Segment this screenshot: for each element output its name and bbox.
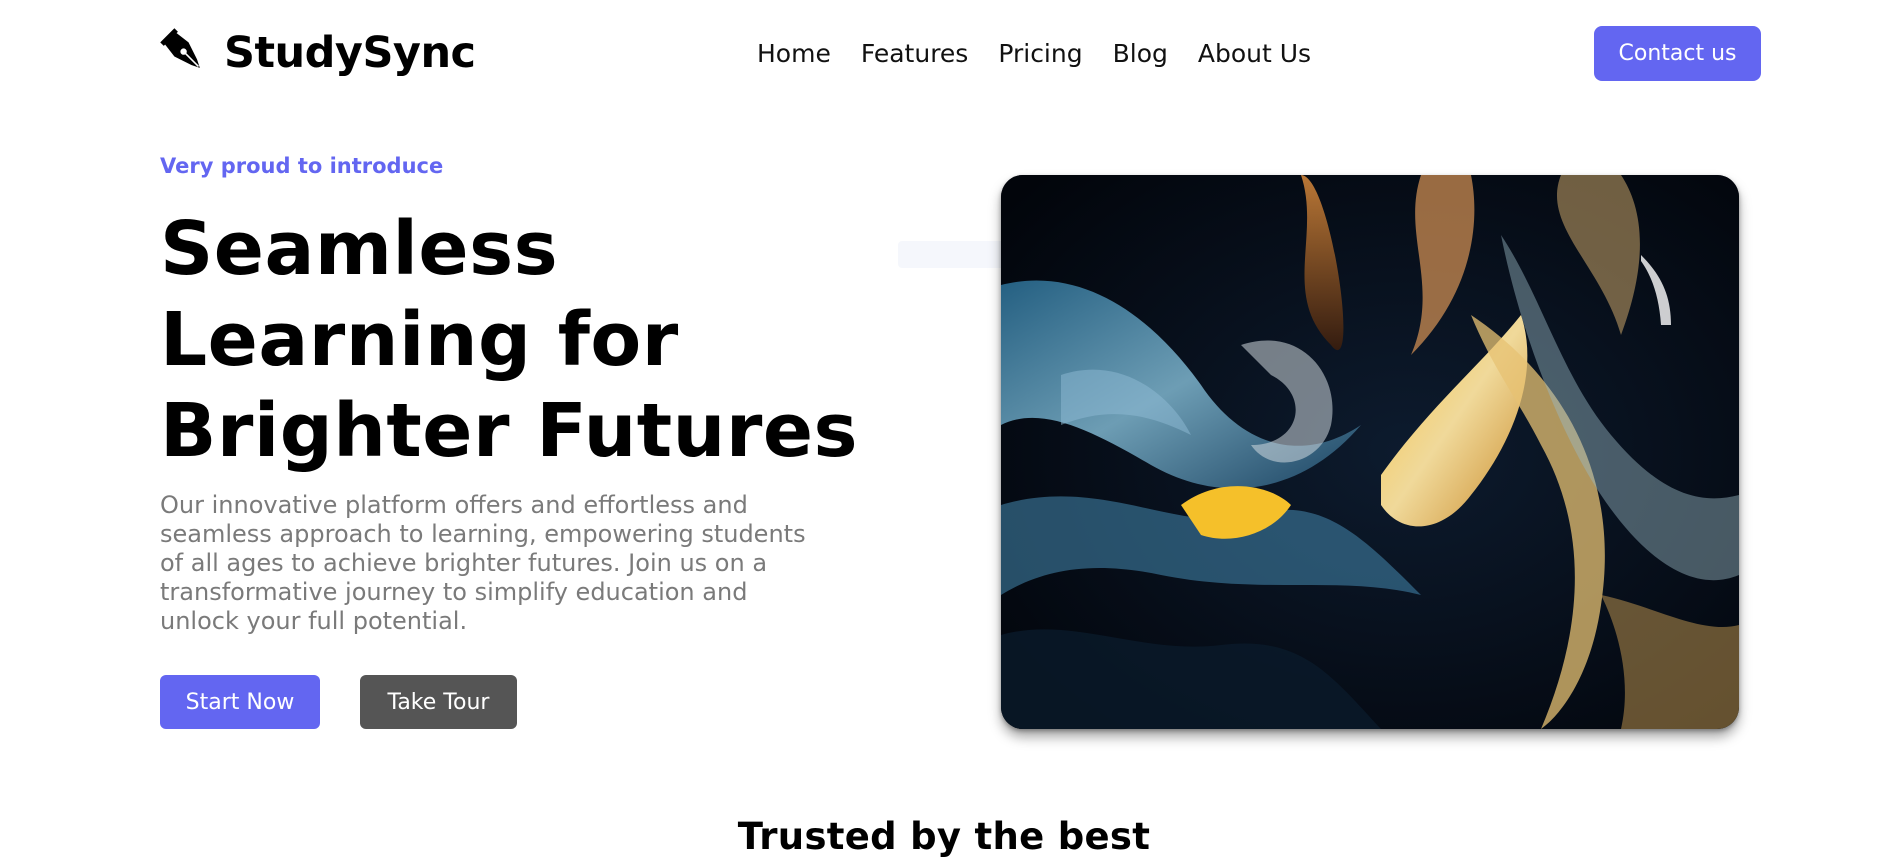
- take-tour-button[interactable]: Take Tour: [360, 675, 517, 729]
- hero-eyebrow: Very proud to introduce: [160, 154, 444, 178]
- nav-home[interactable]: Home: [757, 38, 831, 70]
- hero-headline: Seamless Learning for Brighter Futures: [160, 204, 858, 477]
- brand-name: StudySync: [224, 28, 476, 78]
- nav-pricing[interactable]: Pricing: [998, 38, 1082, 70]
- abstract-fluid-art-image: [1001, 175, 1739, 729]
- nav-features[interactable]: Features: [861, 38, 969, 70]
- main-nav: Home Features Pricing Blog About Us: [757, 38, 1311, 70]
- faint-overlay-chip: [898, 241, 1018, 268]
- nav-about-us[interactable]: About Us: [1198, 38, 1311, 70]
- contact-us-button[interactable]: Contact us: [1594, 26, 1761, 81]
- hero-description: Our innovative platform offers and effor…: [160, 491, 806, 635]
- brand-logo[interactable]: StudySync: [160, 28, 476, 78]
- landing-page: StudySync Home Features Pricing Blog Abo…: [0, 0, 1888, 857]
- headline-line-2: Learning for: [160, 297, 679, 383]
- headline-line-3: Brighter Futures: [160, 388, 859, 474]
- trusted-section-title: Trusted by the best: [737, 815, 1151, 857]
- fountain-pen-icon: [160, 28, 200, 68]
- headline-line-1: Seamless: [160, 206, 559, 292]
- nav-blog[interactable]: Blog: [1113, 38, 1168, 70]
- hero-image: [1001, 175, 1739, 729]
- start-now-button[interactable]: Start Now: [160, 675, 320, 729]
